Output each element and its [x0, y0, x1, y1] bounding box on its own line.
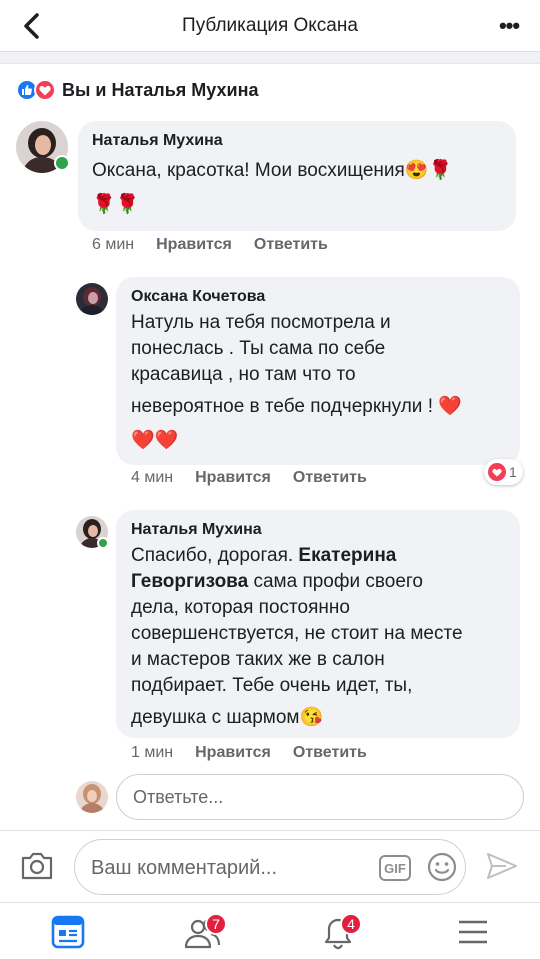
bottom-navigation: 7 4	[0, 902, 540, 959]
comment-text: совершенствуется, не стоит на месте	[131, 623, 463, 644]
menu-icon	[459, 920, 487, 944]
comment-author[interactable]: Наталья Мухина	[92, 132, 223, 150]
send-button[interactable]	[486, 851, 518, 881]
comment-author[interactable]: Наталья Мухина	[131, 521, 262, 539]
comment-meta: 4 мин Нравится Ответить	[131, 469, 389, 487]
reply-link[interactable]: Ответить	[293, 469, 367, 487]
comment-text: Оксана, красотка! Мои восхищения😍🌹	[92, 160, 453, 181]
comment-time: 1 мин	[131, 744, 174, 761]
online-indicator	[54, 155, 70, 171]
comment-text: девушка с шармом😘	[131, 707, 324, 728]
comment-meta: 6 мин Нравится Ответить	[92, 236, 350, 254]
comment-text: понеслась . Ты сама по себе	[131, 338, 386, 359]
avatar[interactable]	[76, 283, 108, 315]
page-title: Публикация Оксана	[182, 15, 358, 36]
friends-badge: 7	[205, 913, 227, 935]
reply-link[interactable]: Ответить	[293, 744, 367, 762]
comment-text-part: Спасибо, дорогая.	[131, 545, 299, 566]
gif-button[interactable]: GIF	[379, 855, 411, 881]
comment-text: ❤️❤️	[131, 430, 179, 451]
nav-news-feed[interactable]	[48, 913, 88, 951]
comment-author[interactable]: Оксана Кочетова	[131, 288, 265, 306]
like-link[interactable]: Нравится	[195, 744, 271, 762]
mention-link[interactable]: Геворгизова	[131, 571, 248, 592]
more-dots-icon: •••	[498, 13, 520, 38]
section-divider	[0, 52, 540, 64]
emoji-button[interactable]	[427, 852, 457, 882]
comment-text: Геворгизова сама профи своего	[131, 569, 423, 595]
love-icon	[488, 463, 506, 481]
reply-placeholder: Ответьте...	[133, 786, 224, 807]
reaction-count-badge[interactable]: 1	[484, 459, 523, 485]
comment-text: невероятное в тебе подчеркнули ! ❤️	[131, 396, 462, 417]
reply-input[interactable]: Ответьте...	[116, 774, 524, 820]
reaction-count: 1	[509, 464, 517, 480]
comment-composer: Ваш комментарий... GIF	[0, 830, 540, 902]
reply-link[interactable]: Ответить	[254, 236, 328, 254]
like-link[interactable]: Нравится	[195, 469, 271, 487]
comment-input[interactable]: Ваш комментарий... GIF	[74, 839, 466, 895]
love-icon	[34, 79, 56, 101]
mention-link[interactable]: Екатерина	[298, 545, 396, 566]
comment-text: и мастеров таких же в салон	[131, 649, 385, 670]
top-bar: Публикация Оксана •••	[0, 0, 540, 52]
nav-notifications[interactable]: 4	[318, 913, 362, 951]
emoji-icon	[427, 852, 457, 882]
camera-button[interactable]	[20, 851, 54, 881]
camera-icon	[21, 852, 53, 880]
reactions-summary[interactable]: Вы и Наталья Мухина	[16, 78, 258, 102]
comment-text: Спасибо, дорогая. Екатерина	[131, 543, 396, 569]
comment-meta: 1 мин Нравится Ответить	[131, 744, 389, 762]
notifications-badge: 4	[340, 913, 362, 935]
comment-text: 🌹🌹	[92, 194, 140, 215]
avatar	[76, 781, 108, 813]
send-icon	[487, 853, 517, 879]
comment-text: дела, которая постоянно	[131, 597, 350, 618]
comment-time: 6 мин	[92, 236, 135, 253]
comment-text-part: сама профи своего	[248, 571, 423, 592]
reactions-summary-text: Вы и Наталья Мухина	[62, 79, 259, 100]
comment-time: 4 мин	[131, 469, 174, 486]
news-feed-icon	[51, 915, 85, 949]
comment-text: подбирает. Тебе очень идет, ты,	[131, 675, 413, 696]
nav-friends[interactable]: 7	[183, 913, 227, 951]
comment-placeholder: Ваш комментарий...	[91, 857, 278, 879]
online-indicator	[97, 537, 109, 549]
more-button[interactable]: •••	[492, 12, 526, 40]
comment-text: красавица , но там что то	[131, 364, 356, 385]
nav-menu[interactable]	[453, 913, 493, 951]
comment-text: Натуль на тебя посмотрела и	[131, 312, 391, 333]
like-link[interactable]: Нравится	[156, 236, 232, 254]
